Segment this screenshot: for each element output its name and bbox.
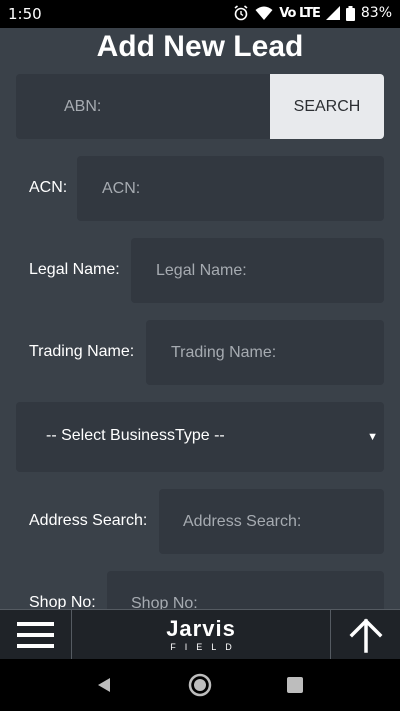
abn-placeholder: ABN:	[64, 97, 102, 115]
bottom-app-bar: Jarvis FIELD	[0, 609, 400, 659]
battery-percent: 83%	[360, 5, 392, 21]
business-type-selected: -- Select BusinessType --	[46, 427, 225, 444]
alarm-icon	[233, 5, 249, 21]
status-time: 1:50	[8, 5, 42, 23]
add-lead-screen: 1:50 Vo LTE 83% Add New Lead ABN: SEARCH…	[0, 0, 400, 711]
business-type-select[interactable]: -- Select BusinessType -- ▼	[16, 402, 384, 472]
arrow-up-icon[interactable]	[330, 610, 400, 659]
system-nav-bar	[0, 659, 400, 711]
trading-name-label: Trading Name:	[29, 343, 135, 360]
jarvis-field-logo: Jarvis FIELD	[72, 610, 330, 659]
wifi-icon	[255, 5, 273, 21]
back-icon[interactable]	[91, 672, 117, 698]
status-icons: Vo LTE 83%	[233, 5, 392, 21]
abn-input[interactable]: ABN:	[16, 74, 270, 139]
trading-name-input[interactable]: Trading Name:	[146, 320, 384, 385]
recents-icon[interactable]	[282, 672, 308, 698]
legal-name-label: Legal Name:	[29, 261, 120, 278]
hamburger-menu-icon[interactable]	[0, 610, 72, 659]
logo-main-text: Jarvis	[166, 616, 236, 641]
address-search-label: Address Search:	[29, 512, 148, 529]
legal-name-placeholder: Legal Name:	[156, 261, 247, 279]
volte-label: Vo LTE	[279, 5, 321, 21]
home-icon[interactable]	[187, 672, 213, 698]
address-search-input[interactable]: Address Search:	[159, 489, 384, 554]
legal-name-input[interactable]: Legal Name:	[131, 238, 384, 303]
search-button[interactable]: SEARCH	[270, 74, 384, 139]
acn-label: ACN:	[29, 179, 68, 196]
status-bar: 1:50 Vo LTE 83%	[0, 0, 400, 28]
acn-input[interactable]: ACN:	[77, 156, 384, 221]
battery-icon	[345, 5, 355, 21]
trading-name-placeholder: Trading Name:	[171, 343, 277, 361]
acn-placeholder: ACN:	[102, 179, 141, 197]
dropdown-arrow-icon: ▼	[367, 431, 378, 443]
page-title: Add New Lead	[96, 30, 304, 63]
address-search-placeholder: Address Search:	[183, 512, 302, 530]
logo-sub-text: FIELD	[170, 642, 241, 652]
signal-icon	[325, 6, 340, 20]
